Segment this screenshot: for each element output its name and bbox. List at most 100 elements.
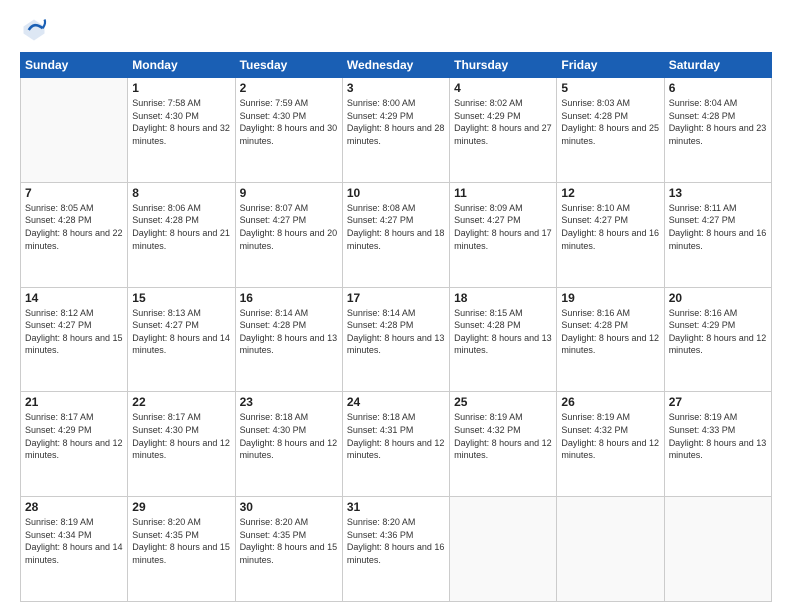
day-info: Sunrise: 8:20 AMSunset: 4:36 PMDaylight:…	[347, 516, 445, 566]
day-info: Sunrise: 8:09 AMSunset: 4:27 PMDaylight:…	[454, 202, 552, 252]
calendar-cell: 12Sunrise: 8:10 AMSunset: 4:27 PMDayligh…	[557, 182, 664, 287]
calendar-cell: 23Sunrise: 8:18 AMSunset: 4:30 PMDayligh…	[235, 392, 342, 497]
calendar-cell: 13 Sunrise: 8:11 AMSunset: 4:27 PMDayligh…	[664, 182, 771, 287]
day-info: Sunrise: 8:13 AMSunset: 4:27 PMDaylight:…	[132, 307, 230, 357]
calendar-cell: 7 Sunrise: 8:05 AMSunset: 4:28 PMDaylight…	[21, 182, 128, 287]
day-number: 8	[132, 186, 230, 200]
day-info: Sunrise: 8:19 AMSunset: 4:32 PMDaylight:…	[561, 411, 659, 461]
calendar-cell: 2 Sunrise: 7:59 AMSunset: 4:30 PMDaylight…	[235, 78, 342, 183]
calendar-cell: 31 Sunrise: 8:20 AMSunset: 4:36 PMDayligh…	[342, 497, 449, 602]
calendar-cell: 29 Sunrise: 8:20 AMSunset: 4:35 PMDayligh…	[128, 497, 235, 602]
day-number: 26	[561, 395, 659, 409]
day-info: Sunrise: 8:16 AMSunset: 4:29 PMDaylight:…	[669, 307, 767, 357]
day-info: Sunrise: 8:07 AMSunset: 4:27 PMDaylight:…	[240, 202, 338, 252]
calendar-cell: 30 Sunrise: 8:20 AMSunset: 4:35 PMDayligh…	[235, 497, 342, 602]
day-number: 20	[669, 291, 767, 305]
day-number: 27	[669, 395, 767, 409]
calendar-cell: 24 Sunrise: 8:18 AMSunset: 4:31 PMDayligh…	[342, 392, 449, 497]
calendar-cell: 3 Sunrise: 8:00 AMSunset: 4:29 PMDaylight…	[342, 78, 449, 183]
calendar-cell: 25 Sunrise: 8:19 AMSunset: 4:32 PMDayligh…	[450, 392, 557, 497]
calendar-cell: 21Sunrise: 8:17 AMSunset: 4:29 PMDayligh…	[21, 392, 128, 497]
weekday-header: Wednesday	[342, 53, 449, 78]
calendar-cell	[450, 497, 557, 602]
calendar-cell: 11 Sunrise: 8:09 AMSunset: 4:27 PMDayligh…	[450, 182, 557, 287]
day-info: Sunrise: 8:14 AMSunset: 4:28 PMDaylight:…	[347, 307, 445, 357]
day-number: 10	[347, 186, 445, 200]
day-number: 17	[347, 291, 445, 305]
day-info: Sunrise: 8:17 AMSunset: 4:30 PMDaylight:…	[132, 411, 230, 461]
day-info: Sunrise: 8:00 AMSunset: 4:29 PMDaylight:…	[347, 97, 445, 147]
day-number: 18	[454, 291, 552, 305]
calendar-cell: 17 Sunrise: 8:14 AMSunset: 4:28 PMDayligh…	[342, 287, 449, 392]
day-number: 29	[132, 500, 230, 514]
calendar-week-row: 28 Sunrise: 8:19 AMSunset: 4:34 PMDayligh…	[21, 497, 772, 602]
calendar-week-row: 1Sunrise: 7:58 AMSunset: 4:30 PMDaylight…	[21, 78, 772, 183]
calendar-cell: 6 Sunrise: 8:04 AMSunset: 4:28 PMDaylight…	[664, 78, 771, 183]
day-number: 25	[454, 395, 552, 409]
day-number: 12	[561, 186, 659, 200]
day-info: Sunrise: 8:12 AMSunset: 4:27 PMDaylight:…	[25, 307, 123, 357]
calendar-header-row: SundayMondayTuesdayWednesdayThursdayFrid…	[21, 53, 772, 78]
calendar-cell: 9 Sunrise: 8:07 AMSunset: 4:27 PMDaylight…	[235, 182, 342, 287]
calendar-cell: 26 Sunrise: 8:19 AMSunset: 4:32 PMDayligh…	[557, 392, 664, 497]
weekday-header: Friday	[557, 53, 664, 78]
day-number: 28	[25, 500, 123, 514]
calendar-cell: 4 Sunrise: 8:02 AMSunset: 4:29 PMDaylight…	[450, 78, 557, 183]
day-number: 6	[669, 81, 767, 95]
day-number: 4	[454, 81, 552, 95]
weekday-header: Monday	[128, 53, 235, 78]
calendar-cell: 14 Sunrise: 8:12 AMSunset: 4:27 PMDayligh…	[21, 287, 128, 392]
day-info: Sunrise: 8:02 AMSunset: 4:29 PMDaylight:…	[454, 97, 552, 147]
day-number: 3	[347, 81, 445, 95]
day-number: 23	[240, 395, 338, 409]
day-info: Sunrise: 8:19 AMSunset: 4:34 PMDaylight:…	[25, 516, 123, 566]
day-number: 22	[132, 395, 230, 409]
day-info: Sunrise: 7:59 AMSunset: 4:30 PMDaylight:…	[240, 97, 338, 147]
calendar-cell: 1Sunrise: 7:58 AMSunset: 4:30 PMDaylight…	[128, 78, 235, 183]
calendar-cell: 28 Sunrise: 8:19 AMSunset: 4:34 PMDayligh…	[21, 497, 128, 602]
day-number: 1	[132, 81, 230, 95]
day-info: Sunrise: 8:03 AMSunset: 4:28 PMDaylight:…	[561, 97, 659, 147]
day-info: Sunrise: 8:19 AMSunset: 4:32 PMDaylight:…	[454, 411, 552, 461]
weekday-header: Tuesday	[235, 53, 342, 78]
logo-icon	[20, 16, 48, 44]
calendar-cell	[557, 497, 664, 602]
day-number: 13	[669, 186, 767, 200]
day-info: Sunrise: 8:19 AMSunset: 4:33 PMDaylight:…	[669, 411, 767, 461]
calendar-cell: 8Sunrise: 8:06 AMSunset: 4:28 PMDaylight…	[128, 182, 235, 287]
day-number: 7	[25, 186, 123, 200]
day-number: 15	[132, 291, 230, 305]
day-number: 24	[347, 395, 445, 409]
day-number: 5	[561, 81, 659, 95]
day-info: Sunrise: 8:20 AMSunset: 4:35 PMDaylight:…	[132, 516, 230, 566]
day-info: Sunrise: 8:11 AMSunset: 4:27 PMDaylight:…	[669, 202, 767, 252]
day-number: 14	[25, 291, 123, 305]
day-number: 9	[240, 186, 338, 200]
day-number: 31	[347, 500, 445, 514]
day-number: 11	[454, 186, 552, 200]
calendar-cell: 18Sunrise: 8:15 AMSunset: 4:28 PMDayligh…	[450, 287, 557, 392]
calendar-week-row: 7 Sunrise: 8:05 AMSunset: 4:28 PMDaylight…	[21, 182, 772, 287]
day-number: 30	[240, 500, 338, 514]
calendar-cell: 15 Sunrise: 8:13 AMSunset: 4:27 PMDayligh…	[128, 287, 235, 392]
calendar-cell: 27 Sunrise: 8:19 AMSunset: 4:33 PMDayligh…	[664, 392, 771, 497]
day-info: Sunrise: 8:18 AMSunset: 4:31 PMDaylight:…	[347, 411, 445, 461]
calendar-table: SundayMondayTuesdayWednesdayThursdayFrid…	[20, 52, 772, 602]
day-number: 16	[240, 291, 338, 305]
calendar-cell: 16 Sunrise: 8:14 AMSunset: 4:28 PMDayligh…	[235, 287, 342, 392]
day-info: Sunrise: 8:04 AMSunset: 4:28 PMDaylight:…	[669, 97, 767, 147]
calendar-week-row: 21Sunrise: 8:17 AMSunset: 4:29 PMDayligh…	[21, 392, 772, 497]
calendar-cell: 22 Sunrise: 8:17 AMSunset: 4:30 PMDayligh…	[128, 392, 235, 497]
page: SundayMondayTuesdayWednesdayThursdayFrid…	[0, 0, 792, 612]
weekday-header: Sunday	[21, 53, 128, 78]
logo	[20, 16, 52, 44]
day-info: Sunrise: 8:20 AMSunset: 4:35 PMDaylight:…	[240, 516, 338, 566]
weekday-header: Saturday	[664, 53, 771, 78]
day-number: 2	[240, 81, 338, 95]
calendar-week-row: 14 Sunrise: 8:12 AMSunset: 4:27 PMDayligh…	[21, 287, 772, 392]
calendar-cell	[21, 78, 128, 183]
header	[20, 16, 772, 44]
day-info: Sunrise: 8:14 AMSunset: 4:28 PMDaylight:…	[240, 307, 338, 357]
day-info: Sunrise: 8:05 AMSunset: 4:28 PMDaylight:…	[25, 202, 123, 252]
day-number: 19	[561, 291, 659, 305]
